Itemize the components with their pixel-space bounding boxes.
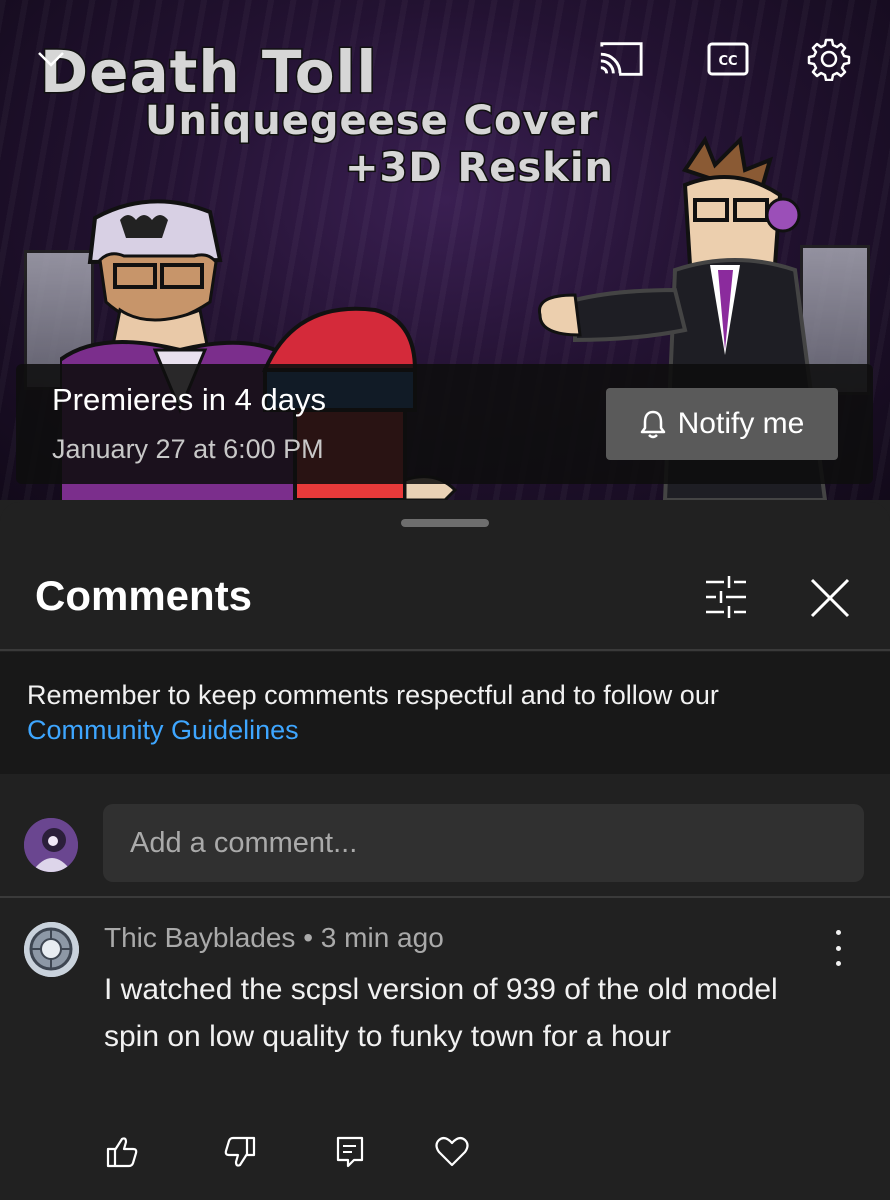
chevron-down-icon[interactable] [28, 36, 74, 82]
video-player[interactable]: Death Toll Uniquegeese Cover +3D Reskin … [0, 0, 890, 500]
premiere-date: January 27 at 6:00 PM [52, 434, 324, 464]
reply-icon[interactable] [332, 1134, 368, 1170]
video-title-line-1: Death Toll [38, 37, 378, 108]
video-title-line-2: Uniquegeese Cover [143, 97, 599, 146]
more-options-icon[interactable] [822, 930, 854, 966]
notice-text: Remember to keep comments respectful and… [27, 680, 719, 710]
svg-text:CC: CC [718, 54, 737, 69]
add-comment-input[interactable]: Add a comment... [103, 804, 864, 882]
close-icon [810, 578, 850, 618]
header-divider [0, 649, 890, 651]
avatar [24, 818, 78, 872]
cast-icon[interactable] [598, 36, 644, 82]
community-notice: Remember to keep comments respectful and… [0, 652, 890, 774]
premiere-status: Premieres in 4 days [52, 382, 326, 417]
notify-me-label: Notify me [677, 407, 805, 440]
heart-icon[interactable] [434, 1134, 470, 1170]
thumbs-up-icon[interactable] [104, 1134, 140, 1170]
comments-sheet: Comments Remember to keep comments respe… [0, 502, 890, 1200]
gear-icon[interactable] [806, 36, 852, 82]
thumbs-down-icon[interactable] [222, 1134, 258, 1170]
video-title-line-3: +3D Reskin [343, 144, 615, 193]
comment-avatar[interactable] [24, 922, 79, 977]
bell-icon [640, 410, 665, 439]
close-button[interactable] [806, 574, 854, 622]
notify-me-button[interactable]: Notify me [606, 388, 838, 460]
comment-text: I watched the scpsl version of 939 of th… [104, 973, 778, 1053]
sliders-icon [706, 576, 746, 618]
input-divider [0, 896, 890, 898]
premiere-card: Premieres in 4 days January 27 at 6:00 P… [16, 364, 873, 484]
comment-meta: Thic Bayblades • 3 min ago [104, 922, 444, 953]
sort-filter-button[interactable] [700, 574, 752, 620]
cc-icon[interactable]: CC [705, 36, 751, 82]
community-guidelines-link[interactable]: Community Guidelines [27, 715, 299, 746]
drag-handle[interactable] [401, 519, 489, 527]
comments-title: Comments [35, 572, 253, 619]
